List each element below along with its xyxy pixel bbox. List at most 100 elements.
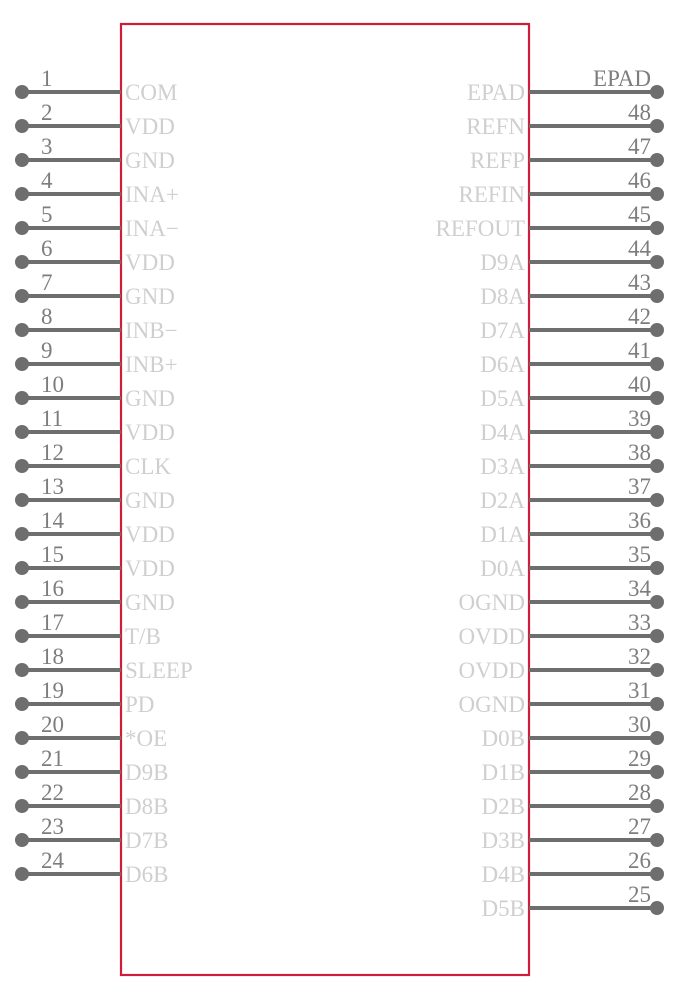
left-pin-group: 1 COM 2 VDD 3 GND 4 INA+ 5 INA− 6 VDD 7 GND 8 INB− 9 INB+… (15, 66, 193, 887)
pin-connection-dot[interactable] (15, 629, 29, 643)
pin-connection-dot[interactable] (650, 357, 664, 371)
pin-connection-dot[interactable] (650, 221, 664, 235)
pin-connection-dot[interactable] (650, 697, 664, 711)
pin-number-label: 9 (41, 338, 53, 363)
pin-name-label: GND (125, 284, 175, 309)
pin-connection-dot[interactable] (15, 697, 29, 711)
pin-name-label: REFOUT (436, 216, 525, 241)
pin-name-label: REFP (470, 148, 525, 173)
pin-connection-dot[interactable] (650, 833, 664, 847)
pin-number-label: 15 (41, 542, 64, 567)
pin-connection-dot[interactable] (650, 289, 664, 303)
pin-connection-dot[interactable] (15, 289, 29, 303)
pin-connection-dot[interactable] (15, 595, 29, 609)
pin-number-label: 13 (41, 474, 64, 499)
pin-connection-dot[interactable] (650, 323, 664, 337)
pin-connection-dot[interactable] (15, 663, 29, 677)
pin-connection-dot[interactable] (15, 459, 29, 473)
pin-number-label: 29 (628, 746, 651, 771)
pin-connection-dot[interactable] (650, 391, 664, 405)
pin-number-label: 48 (628, 100, 651, 125)
pin-name-label: D1B (482, 760, 525, 785)
pin-connection-dot[interactable] (15, 731, 29, 745)
pin-connection-dot[interactable] (15, 765, 29, 779)
pin-name-label: D5B (482, 896, 525, 921)
pin-connection-dot[interactable] (650, 425, 664, 439)
pin-connection-dot[interactable] (650, 663, 664, 677)
pin-number-label: 37 (628, 474, 651, 499)
schematic-symbol-svg: 1 COM 2 VDD 3 GND 4 INA+ 5 INA− 6 VDD 7 GND 8 INB− 9 INB+… (15, 22, 664, 977)
pin-connection-dot[interactable] (15, 833, 29, 847)
pin-name-label: VDD (125, 250, 175, 275)
pin-connection-dot[interactable] (650, 799, 664, 813)
pin-name-label: SLEEP (125, 658, 193, 683)
pin-name-label: D2B (482, 794, 525, 819)
pin-name-label: OVDD (459, 658, 525, 683)
pin-name-label: D9B (125, 760, 168, 785)
pin-connection-dot[interactable] (15, 561, 29, 575)
pin-connection-dot[interactable] (650, 85, 664, 99)
component-body-outline (119, 22, 531, 977)
pin-number-label: 25 (628, 882, 651, 907)
pin-name-label: D7B (125, 828, 168, 853)
pin-connection-dot[interactable] (15, 119, 29, 133)
pin-name-label: VDD (125, 556, 175, 581)
pin-name-label: VDD (125, 114, 175, 139)
pin-connection-dot[interactable] (15, 391, 29, 405)
pin-number-label: 16 (41, 576, 64, 601)
pin-name-label: VDD (125, 522, 175, 547)
pin-name-label: VDD (125, 420, 175, 445)
pin-name-label: GND (125, 590, 175, 615)
pin-number-label: 31 (628, 678, 651, 703)
pin-number-label: 39 (628, 406, 651, 431)
pin-connection-dot[interactable] (650, 629, 664, 643)
pin-connection-dot[interactable] (650, 187, 664, 201)
pin-name-label: PD (125, 692, 154, 717)
pin-name-label: D2A (480, 488, 525, 513)
pin-connection-dot[interactable] (15, 867, 29, 881)
pin-name-label: GND (125, 148, 175, 173)
pin-connection-dot[interactable] (650, 527, 664, 541)
pin-connection-dot[interactable] (15, 323, 29, 337)
pin-connection-dot[interactable] (650, 595, 664, 609)
pin-connection-dot[interactable] (15, 153, 29, 167)
pin-name-label: OGND (459, 590, 525, 615)
pin-number-label: 42 (628, 304, 651, 329)
pin-connection-dot[interactable] (650, 119, 664, 133)
pin-connection-dot[interactable] (15, 221, 29, 235)
pin-connection-dot[interactable] (650, 731, 664, 745)
pin-connection-dot[interactable] (650, 561, 664, 575)
pin-name-label: CLK (125, 454, 171, 479)
pin-name-label: EPAD (467, 80, 525, 105)
pin-name-label: REFN (466, 114, 525, 139)
pin-name-label: REFIN (459, 182, 526, 207)
pin-number-label: 10 (41, 372, 64, 397)
pin-name-label: D6A (480, 352, 525, 377)
pin-connection-dot[interactable] (15, 527, 29, 541)
pin-name-label: INA− (125, 216, 179, 241)
pin-connection-dot[interactable] (15, 255, 29, 269)
pin-connection-dot[interactable] (650, 867, 664, 881)
pin-connection-dot[interactable] (15, 799, 29, 813)
pin-connection-dot[interactable] (15, 357, 29, 371)
pin-connection-dot[interactable] (15, 85, 29, 99)
pin-number-label: 18 (41, 644, 64, 669)
pin-connection-dot[interactable] (15, 187, 29, 201)
pin-connection-dot[interactable] (650, 493, 664, 507)
pin-number-label: 14 (41, 508, 65, 533)
pin-connection-dot[interactable] (650, 901, 664, 915)
pin-connection-dot[interactable] (650, 765, 664, 779)
pin-number-label: 33 (628, 610, 651, 635)
pin-number-label: 8 (41, 304, 53, 329)
pin-name-label: D4B (482, 862, 525, 887)
pin-connection-dot[interactable] (650, 255, 664, 269)
pin-connection-dot[interactable] (15, 425, 29, 439)
pin-name-label: COM (125, 80, 177, 105)
pin-number-label: 17 (41, 610, 64, 635)
pin-connection-dot[interactable] (650, 459, 664, 473)
pin-name-label: GND (125, 488, 175, 513)
pin-name-label: INA+ (125, 182, 179, 207)
pin-connection-dot[interactable] (650, 153, 664, 167)
pin-number-label: 22 (41, 780, 64, 805)
pin-connection-dot[interactable] (15, 493, 29, 507)
